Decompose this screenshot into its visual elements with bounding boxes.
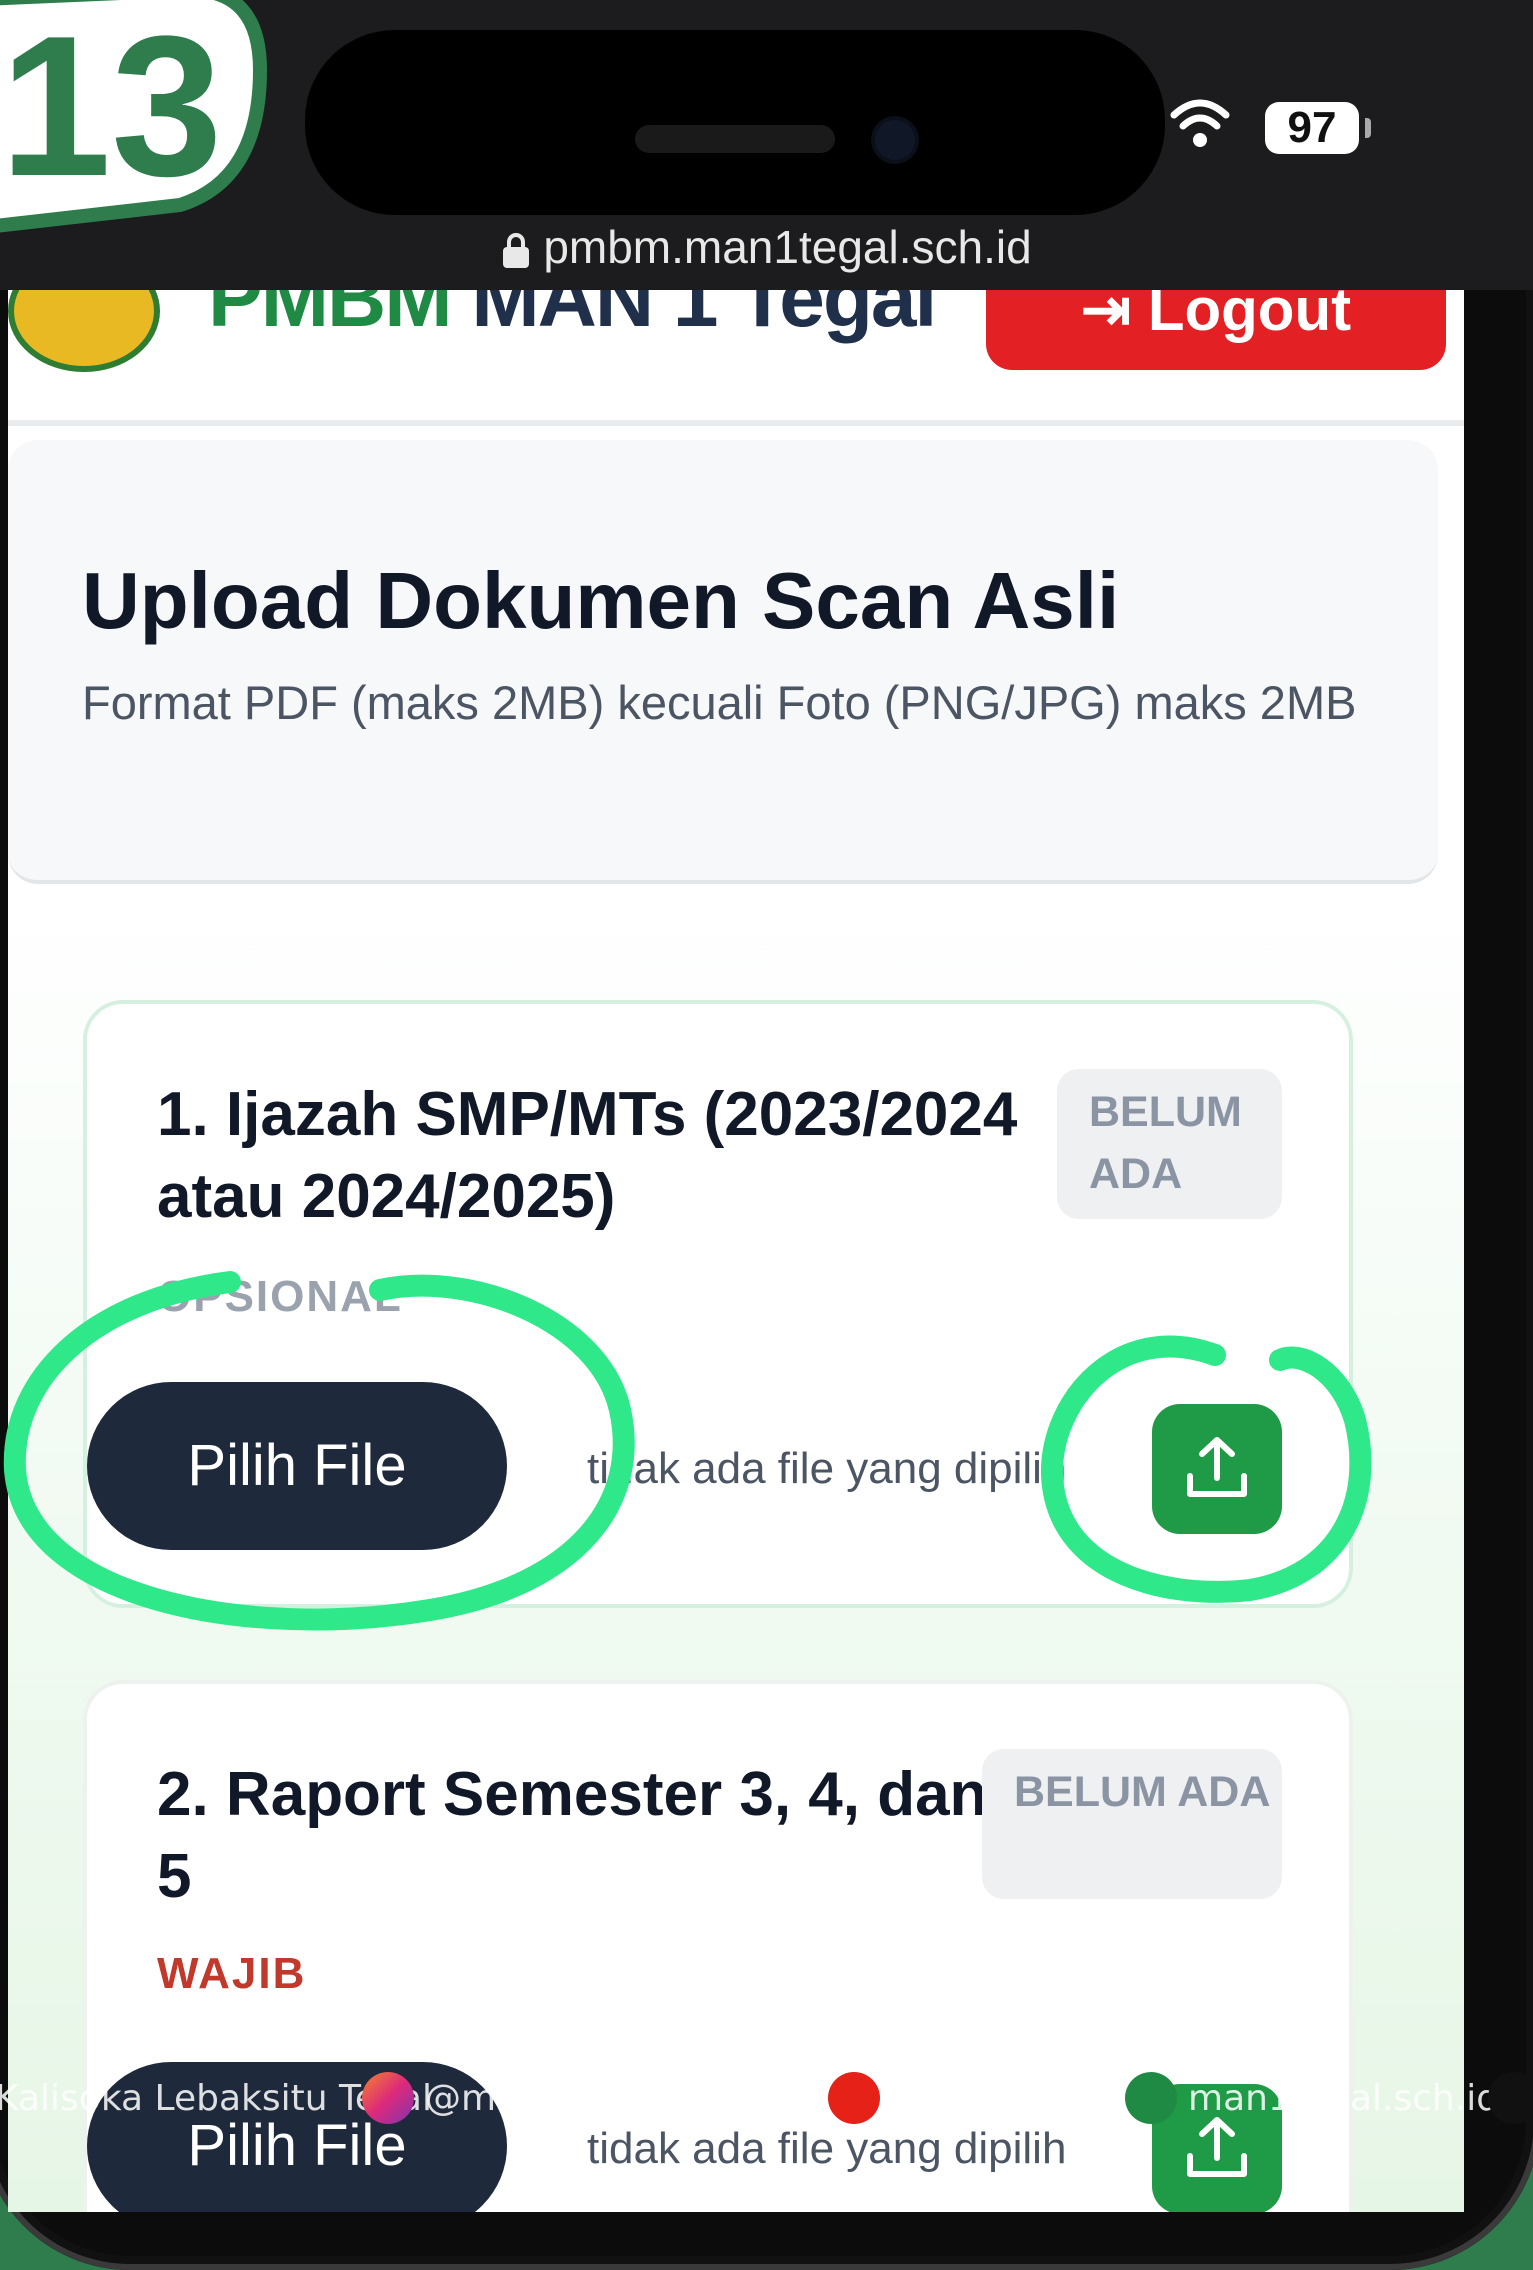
upload-header-card: Upload Dokumen Scan Asli Format PDF (mak…	[8, 440, 1438, 884]
browser-viewport: PMBM MAN 1 Tegal ⇥ Logout Upload Dokumen…	[8, 290, 1464, 2212]
site-brand: PMBM MAN 1 Tegal	[208, 290, 937, 346]
footer-youtube: MAN 1 Tegal	[895, 2078, 1117, 2119]
tiktok-icon	[1488, 2072, 1533, 2124]
instagram-icon	[362, 2072, 414, 2124]
upload-icon	[1187, 1437, 1247, 1497]
youtube-icon	[828, 2072, 880, 2124]
step-number: 13	[0, 0, 222, 218]
site-header: PMBM MAN 1 Tegal ⇥ Logout	[8, 290, 1464, 426]
requirement-label: OPSIONAL	[157, 1272, 403, 1321]
page-title: Upload Dokumen Scan Asli	[82, 556, 1120, 645]
logout-icon: ⇥	[1080, 290, 1148, 343]
document-title: 1. Ijazah SMP/MTs (2023/2024 atau 2024/2…	[157, 1080, 1018, 1231]
logout-button[interactable]: ⇥ Logout	[986, 290, 1446, 370]
step-badge: 13	[0, 0, 268, 233]
watermark-footer: Kalisoka Lebaksitu Tegal @mansategal_upd…	[0, 2070, 1533, 2130]
school-logo	[8, 290, 160, 372]
footer-website: man1tegal.sch.id	[1188, 2078, 1500, 2119]
file-status-text: tidak ada file yang dipilih	[587, 1444, 1067, 1493]
status-badge: BELUM ADA	[982, 1749, 1282, 1899]
url-text: pmbm.man1tegal.sch.id	[543, 221, 1032, 273]
wifi-icon	[1170, 99, 1230, 147]
file-status-text: tidak ada file yang dipilih	[587, 2124, 1067, 2173]
footer-instagram: @mansategal_update	[425, 2078, 818, 2119]
lock-icon	[503, 232, 530, 268]
requirement-label: WAJIB	[157, 1949, 307, 1998]
brand-school: MAN 1 Tegal	[471, 290, 937, 344]
globe-icon	[1125, 2072, 1177, 2124]
document-card-raport: 2. Raport Semester 3, 4, dan 5 BELUM ADA…	[83, 1680, 1353, 2212]
status-badge: BELUM ADA	[1057, 1069, 1282, 1219]
sensor	[635, 125, 835, 153]
camera	[875, 120, 915, 160]
dynamic-island	[305, 30, 1165, 215]
upload-button[interactable]	[1152, 1404, 1282, 1534]
page-subtitle: Format PDF (maks 2MB) kecuali Foto (PNG/…	[82, 676, 1357, 729]
document-title: 2. Raport Semester 3, 4, dan 5	[157, 1760, 988, 1911]
brand-pmbm: PMBM	[208, 290, 453, 344]
battery-indicator: 97	[1265, 102, 1371, 154]
document-card-ijazah: 1. Ijazah SMP/MTs (2023/2024 atau 2024/2…	[83, 1000, 1353, 1608]
logout-label: Logout	[1147, 290, 1352, 343]
choose-file-button[interactable]: Pilih File	[87, 1382, 507, 1550]
